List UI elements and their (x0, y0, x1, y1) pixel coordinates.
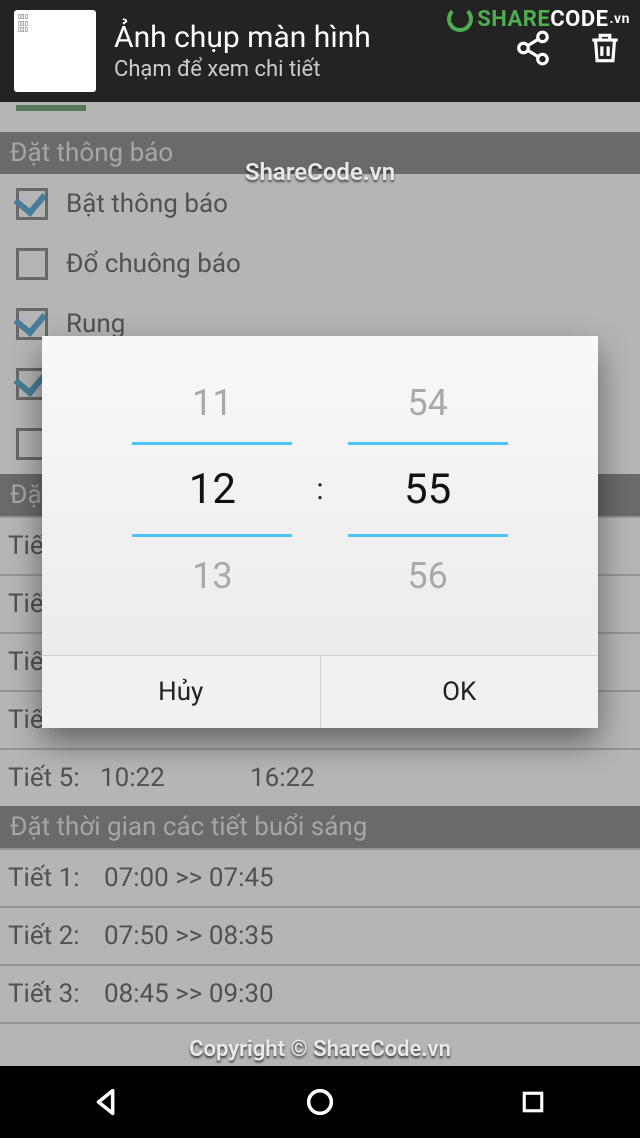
period-range: 07:00 >> 07:45 (104, 863, 274, 893)
option-label: Rung (66, 309, 125, 339)
time-picker-dialog: 11 12 13 : 54 55 56 Hủy OK (42, 336, 598, 728)
spinner-icon (447, 6, 473, 32)
recent-apps-button[interactable] (510, 1079, 556, 1125)
hour-column[interactable]: 11 12 13 (132, 364, 292, 615)
section-header-morning: Đặt thời gian các tiết buổi sáng (0, 806, 640, 848)
period-time-2: 16:22 (250, 763, 315, 793)
share-icon[interactable] (512, 27, 554, 69)
time-colon: : (316, 472, 323, 507)
watermark-center: ShareCode.vn (0, 158, 640, 186)
hour-current[interactable]: 12 (132, 442, 292, 537)
trash-icon[interactable] (584, 27, 626, 69)
period-time-1: 10:22 (100, 763, 250, 793)
accent-underline (16, 105, 86, 111)
period-label: Tiết 3: (8, 979, 104, 1009)
screenshot-thumbnail[interactable]: ▯▯▯▯▯▯▯▯▯ (14, 10, 96, 92)
notification-subtitle: Chạm để xem chi tiết (114, 57, 500, 82)
period-row-5[interactable]: Tiết 5: 10:22 16:22 (0, 748, 640, 806)
checkbox-icon[interactable] (16, 248, 48, 280)
hour-next[interactable]: 13 (132, 537, 292, 615)
home-button[interactable] (297, 1079, 343, 1125)
minute-current[interactable]: 55 (348, 442, 508, 537)
cancel-button[interactable]: Hủy (42, 656, 321, 728)
ok-button[interactable]: OK (321, 656, 599, 728)
period-range: 07:50 >> 08:35 (104, 921, 274, 951)
period-range: 08:45 >> 09:30 (104, 979, 274, 1009)
period-row[interactable]: Tiết 1: 07:00 >> 07:45 (0, 848, 640, 906)
option-ring[interactable]: Đổ chuông báo (0, 234, 640, 294)
checkbox-icon[interactable] (16, 188, 48, 220)
option-label: Bật thông báo (66, 189, 228, 219)
back-button[interactable] (84, 1079, 130, 1125)
notification-title: Ảnh chụp màn hình (114, 20, 500, 55)
watermark-footer: Copyright © ShareCode.vn (0, 1037, 640, 1062)
period-label: Tiết 1: (8, 863, 104, 893)
minute-next[interactable]: 56 (348, 537, 508, 615)
period-row[interactable]: Tiết 3: 08:45 >> 09:30 (0, 964, 640, 1022)
period-label: Tiết 2: (8, 921, 104, 951)
minute-prev[interactable]: 54 (348, 364, 508, 442)
option-label: Đổ chuông báo (66, 249, 241, 279)
hour-prev[interactable]: 11 (132, 364, 292, 442)
minute-column[interactable]: 54 55 56 (348, 364, 508, 615)
period-label: Tiết 5: (8, 763, 100, 793)
android-nav-bar (0, 1066, 640, 1138)
period-row[interactable]: Tiết 2: 07:50 >> 08:35 (0, 906, 640, 964)
watermark-logo: SHARECODE.vn (447, 6, 630, 32)
